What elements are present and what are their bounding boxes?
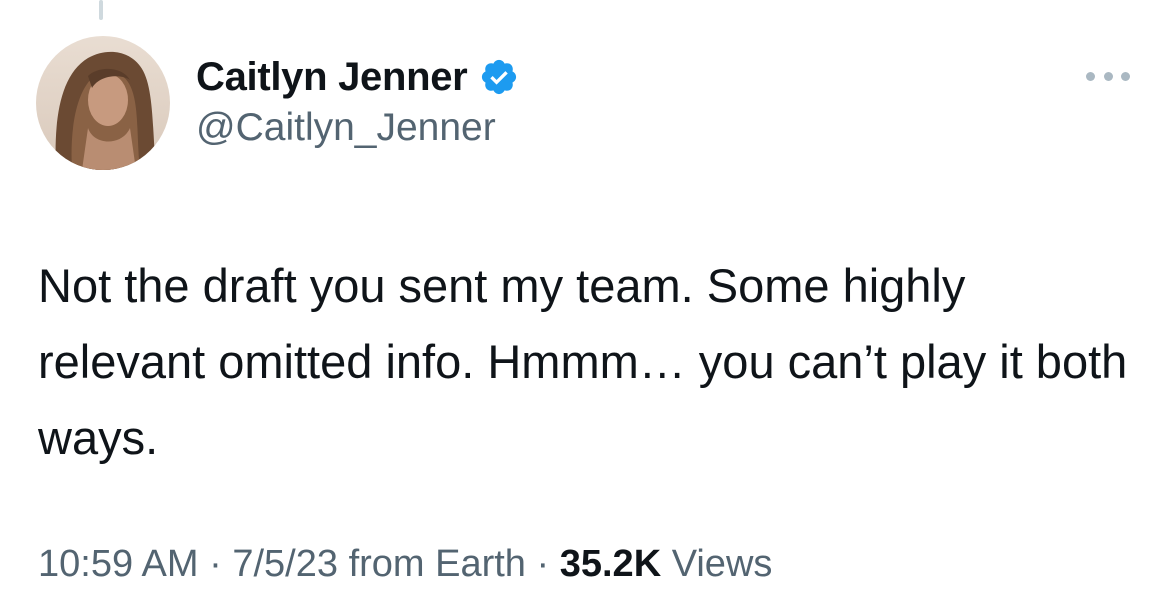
views-count[interactable]: 35.2K — [560, 543, 661, 585]
avatar-image — [36, 36, 170, 170]
author-name-row: Caitlyn Jenner — [196, 52, 519, 102]
thread-connector-line — [99, 0, 103, 20]
avatar[interactable] — [36, 36, 170, 170]
verified-badge-icon — [479, 57, 519, 97]
tweet-time[interactable]: 10:59 AM — [38, 543, 199, 585]
more-options-icon-dot — [1086, 71, 1095, 81]
author-handle[interactable]: @Caitlyn_Jenner — [196, 106, 496, 150]
author-display-name[interactable]: Caitlyn Jenner — [196, 55, 468, 100]
tweet-date[interactable]: 7/5/23 — [232, 543, 338, 585]
tweet-source: from Earth — [348, 543, 526, 585]
meta-separator: · — [198, 543, 233, 585]
more-options-icon-dot — [1103, 71, 1113, 81]
meta-separator: · — [525, 543, 560, 585]
more-options-button[interactable] — [1086, 58, 1130, 94]
more-options-icon-dot — [1121, 71, 1130, 81]
tweet-meta: 10:59 AM · 7/5/23 from Earth · 35.2K Vie… — [38, 543, 772, 586]
views-label[interactable]: Views — [672, 543, 773, 585]
tweet-body: Not the draft you sent my team. Some hig… — [38, 259, 1128, 464]
